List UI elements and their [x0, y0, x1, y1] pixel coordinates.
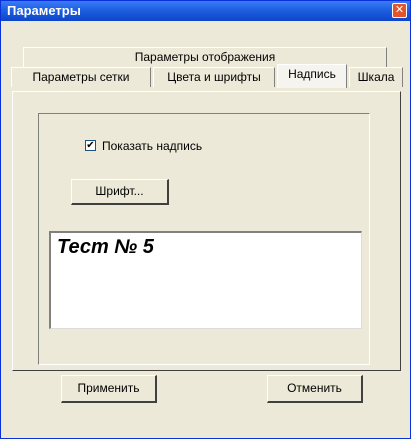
- caption-preview-box: Тест № 5: [49, 231, 362, 329]
- cancel-button[interactable]: Отменить: [267, 375, 363, 403]
- dialog-window: Параметры ✕ Параметры отображения Параме…: [0, 0, 411, 439]
- tab-grid-params[interactable]: Параметры сетки: [11, 67, 151, 87]
- close-icon[interactable]: ✕: [392, 3, 407, 18]
- title-bar[interactable]: Параметры ✕: [1, 1, 410, 21]
- tab-colors-fonts[interactable]: Цвета и шрифты: [153, 67, 275, 87]
- window-title: Параметры: [7, 3, 81, 18]
- show-caption-checkbox[interactable]: ✔: [85, 140, 96, 151]
- show-caption-label[interactable]: Показать надпись: [102, 139, 202, 153]
- apply-button[interactable]: Применить: [61, 375, 157, 403]
- font-button[interactable]: Шрифт...: [71, 179, 169, 205]
- tab-scale[interactable]: Шкала: [349, 67, 403, 87]
- caption-preview-text: Тест № 5: [57, 236, 154, 258]
- tab-caption[interactable]: Надпись: [277, 64, 347, 88]
